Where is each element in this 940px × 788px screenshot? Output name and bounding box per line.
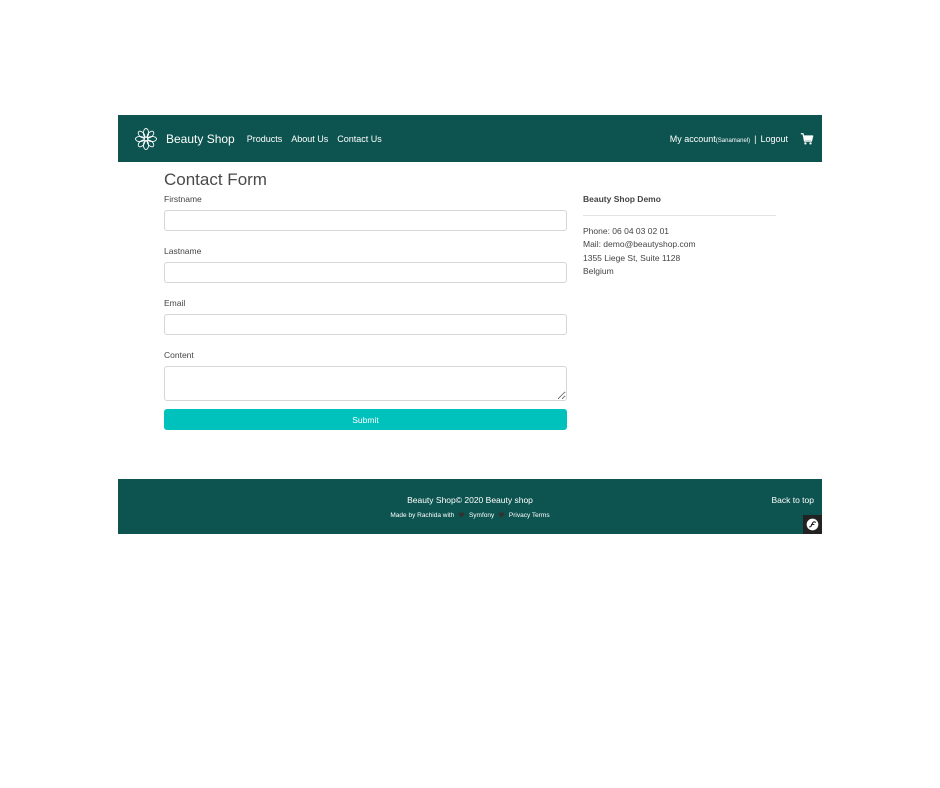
firstname-input[interactable]: [164, 210, 567, 231]
footer: Beauty Shop© 2020 Beauty shop Made by Ra…: [118, 479, 822, 534]
my-account-link[interactable]: My account(Sanamanel): [670, 134, 750, 144]
content-textarea[interactable]: [164, 366, 567, 401]
privacy-link[interactable]: Privacy: [509, 512, 530, 519]
contact-info: Beauty Shop Demo Phone: 06 04 03 02 01 M…: [583, 194, 776, 278]
nav-contact-us[interactable]: Contact Us: [337, 134, 382, 144]
symfony-link[interactable]: Symfony: [469, 512, 494, 519]
heart-icon: [498, 512, 505, 518]
symfony-icon[interactable]: [803, 515, 822, 534]
content-label: Content: [164, 350, 194, 360]
terms-link[interactable]: Terms: [532, 512, 550, 519]
cart-icon[interactable]: [800, 132, 814, 146]
info-address: 1355 Liege St, Suite 1128: [583, 252, 681, 263]
logout-link[interactable]: Logout: [760, 134, 788, 144]
page: Beauty Shop Products About Us Contact Us…: [118, 115, 822, 534]
brand-link[interactable]: Beauty Shop: [166, 132, 235, 146]
account-area: My account(Sanamanel) | Logout: [670, 132, 814, 146]
info-divider: [583, 215, 776, 216]
email-input[interactable]: [164, 314, 567, 335]
info-country: Belgium: [583, 265, 614, 276]
footer-copyright: Beauty Shop© 2020 Beauty shop: [407, 495, 533, 505]
page-title: Contact Form: [164, 170, 267, 189]
firstname-label: Firstname: [164, 194, 202, 204]
account-username: (Sanamanel): [715, 137, 751, 144]
info-mail: Mail: demo@beautyshop.com: [583, 239, 696, 250]
lastname-label: Lastname: [164, 246, 202, 256]
flower-logo-icon[interactable]: [134, 127, 158, 151]
lastname-input[interactable]: [164, 262, 567, 283]
main-content: Contact Form Firstname Lastname Email Co…: [118, 162, 822, 479]
info-phone: Phone: 06 04 03 02 01: [583, 226, 670, 236]
navbar: Beauty Shop Products About Us Contact Us…: [118, 115, 822, 162]
heart-icon: [458, 512, 465, 518]
email-label: Email: [164, 298, 186, 308]
made-by-text: Made by Rachida with: [390, 512, 455, 519]
back-to-top-link[interactable]: Back to top: [771, 495, 814, 505]
nav-separator: |: [754, 133, 757, 144]
account-label: My account: [669, 133, 716, 144]
nav-products[interactable]: Products: [247, 134, 283, 144]
footer-credits: Made by Rachida with Symfony Privacy Ter…: [118, 512, 822, 519]
main-nav: Products About Us Contact Us: [247, 134, 382, 144]
info-title: Beauty Shop Demo: [583, 194, 661, 204]
contact-form: Firstname Lastname Email Content Submit: [164, 194, 567, 430]
nav-about-us[interactable]: About Us: [291, 134, 328, 144]
submit-button[interactable]: Submit: [164, 409, 567, 430]
